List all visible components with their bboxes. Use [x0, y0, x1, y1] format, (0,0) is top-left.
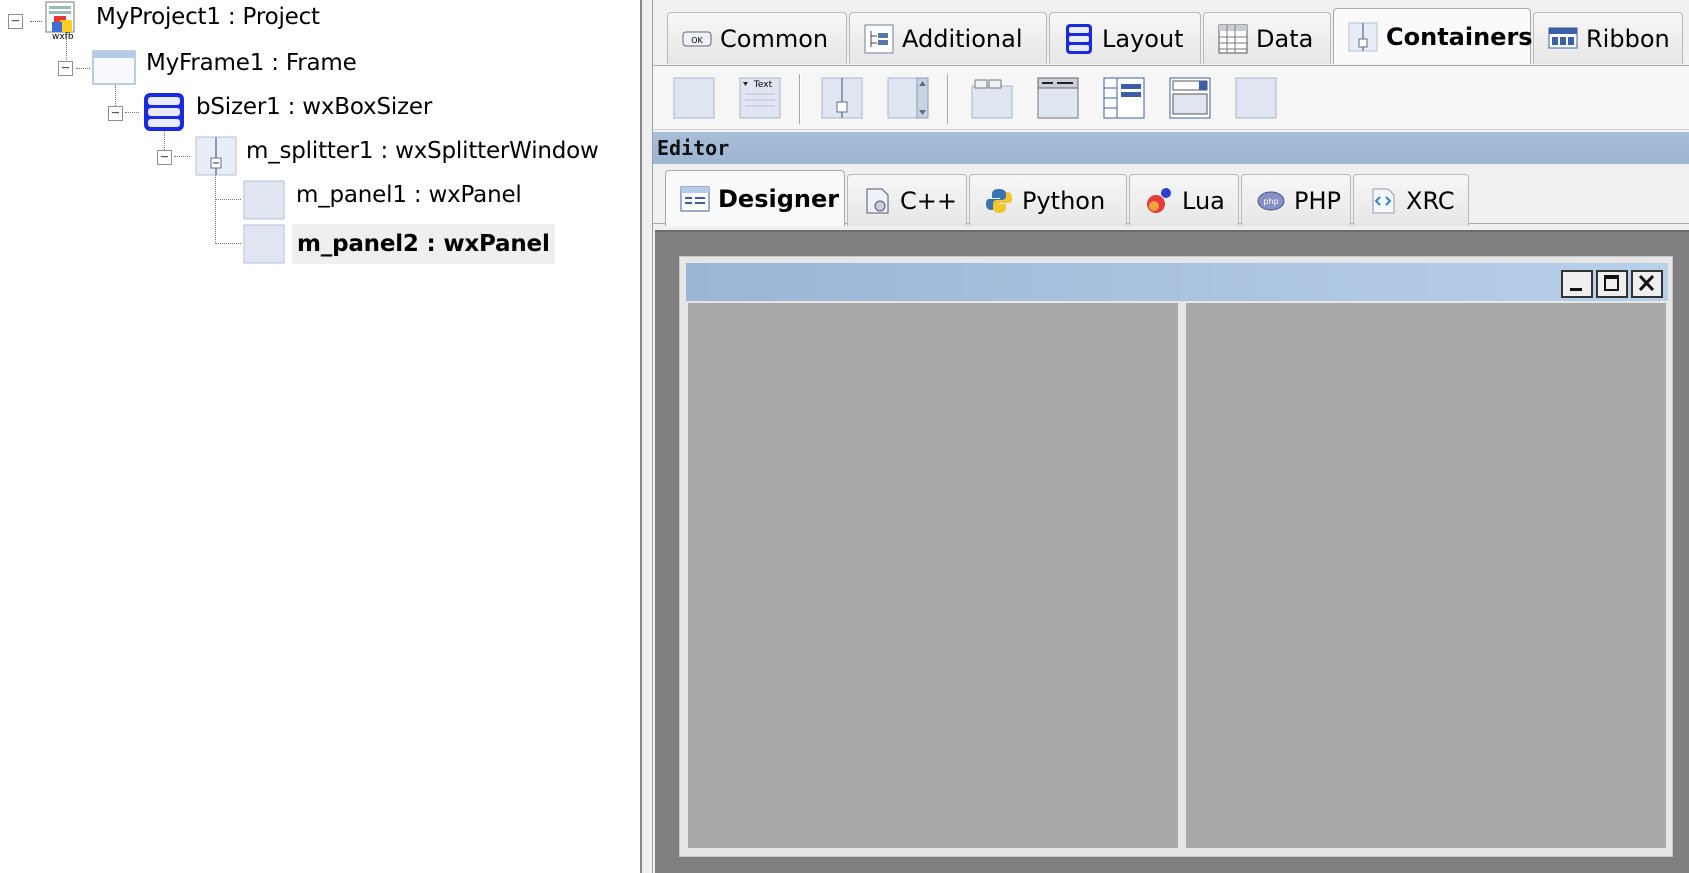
tree-item-myproject1[interactable]: MyProject1 : Project	[96, 4, 320, 30]
lua-icon	[1147, 187, 1171, 213]
tab-label: Additional	[902, 24, 1023, 53]
tree-connector	[30, 21, 42, 22]
frame-title-bar	[686, 263, 1668, 301]
editor-caption: Editor	[653, 132, 1689, 164]
splitter-preview[interactable]	[688, 303, 1666, 848]
listbook-tool-icon[interactable]	[1103, 76, 1145, 120]
cpp-file-icon	[866, 188, 889, 213]
xrc-file-icon	[1372, 188, 1395, 213]
scrolled-window-tool-icon[interactable]	[887, 76, 929, 120]
notebook-tool-icon[interactable]	[971, 76, 1013, 120]
right-area: OK Common Additional Layout Data Contain…	[652, 0, 1689, 873]
tab-label: Ribbon	[1586, 24, 1670, 53]
panel1-preview[interactable]	[688, 303, 1178, 848]
tab-common[interactable]: OK Common	[667, 12, 847, 64]
wxfb-caption: wxfb	[52, 32, 74, 42]
tab-label: Layout	[1102, 24, 1184, 53]
tab-label: Lua	[1182, 186, 1225, 215]
tab-label: PHP	[1294, 186, 1341, 215]
splitter-icon	[1348, 22, 1378, 51]
designer-canvas[interactable]	[655, 230, 1689, 873]
tab-xrc[interactable]: XRC	[1353, 174, 1469, 226]
tree-connector	[76, 68, 90, 69]
minimize-icon	[1570, 288, 1582, 291]
tab-ribbon[interactable]: Ribbon	[1533, 12, 1683, 64]
tab-cpp[interactable]: C++	[847, 174, 967, 226]
minimize-button[interactable]	[1561, 270, 1593, 298]
tab-python[interactable]: Python	[969, 174, 1127, 226]
tree-item-myframe1[interactable]: MyFrame1 : Frame	[146, 50, 357, 76]
tab-label: Designer	[718, 184, 840, 213]
collapse-toggle[interactable]: −	[157, 150, 172, 165]
toolbar-separator	[799, 74, 801, 124]
tab-label: C++	[900, 186, 957, 215]
tab-layout[interactable]: Layout	[1049, 12, 1201, 64]
editor-tabbar: Designer C++ Python Lua php PHP XRC	[653, 170, 1689, 226]
collapse-toggle[interactable]: −	[108, 106, 123, 121]
maximize-button[interactable]	[1596, 270, 1628, 298]
php-badge: php	[1263, 197, 1278, 206]
tab-label: Containers	[1386, 22, 1533, 51]
collapse-toggle[interactable]: −	[8, 14, 23, 29]
python-icon	[986, 188, 1012, 213]
tab-php[interactable]: php PHP	[1241, 174, 1351, 226]
collapsible-pane-tool-icon[interactable]: Text	[739, 76, 781, 120]
palette-tabbar: OK Common Additional Layout Data Contain…	[653, 8, 1689, 66]
tree-control-icon	[864, 24, 894, 53]
tree-item-m-splitter1[interactable]: m_splitter1 : wxSplitterWindow	[246, 138, 599, 164]
simplebook-tool-icon[interactable]	[1235, 76, 1277, 120]
panel2-preview[interactable]	[1186, 303, 1666, 848]
tree-connector	[174, 156, 190, 157]
php-icon: php	[1257, 191, 1285, 210]
tab-containers[interactable]: Containers	[1333, 8, 1533, 64]
tab-designer[interactable]: Designer	[665, 170, 845, 226]
box-sizer-icon	[142, 92, 186, 132]
choicebook-tool-icon[interactable]	[1169, 76, 1211, 120]
ribbon-icon	[1548, 27, 1578, 48]
panel-tool-icon[interactable]	[673, 76, 715, 120]
close-button[interactable]	[1631, 270, 1663, 298]
splitter-window-tool-icon[interactable]	[821, 76, 863, 120]
panel-icon	[242, 180, 286, 220]
designer-icon	[680, 186, 710, 211]
object-tree[interactable]: − wxfb MyProject1 : Project − MyFrame1 :…	[0, 0, 642, 873]
button-icon: OK	[682, 31, 712, 46]
maximize-icon	[1604, 275, 1619, 291]
tree-connector	[215, 243, 241, 244]
close-icon	[1638, 274, 1655, 292]
grid-icon	[1218, 24, 1248, 53]
box-sizer-icon	[1066, 23, 1092, 54]
component-toolbar: Text	[653, 66, 1689, 130]
wxfb-project-icon: wxfb	[42, 0, 86, 42]
tree-item-bsizer1[interactable]: bSizer1 : wxBoxSizer	[196, 94, 432, 120]
tab-additional[interactable]: Additional	[849, 12, 1047, 64]
splitter-icon	[194, 136, 238, 176]
tab-label: XRC	[1406, 186, 1455, 215]
tree-connector	[125, 112, 139, 113]
tab-label: Common	[720, 24, 829, 53]
tab-lua[interactable]: Lua	[1129, 174, 1239, 226]
auinotebook-tool-icon[interactable]	[1037, 76, 1079, 120]
panel-icon	[242, 224, 286, 264]
tree-connector	[215, 199, 241, 200]
toolbar-separator	[947, 74, 949, 124]
tab-data[interactable]: Data	[1203, 12, 1331, 64]
tab-label: Data	[1256, 24, 1314, 53]
text-tool-label: Text	[753, 80, 773, 90]
frame-icon	[92, 48, 136, 88]
frame-preview[interactable]	[679, 256, 1673, 857]
ok-label: OK	[691, 36, 703, 45]
collapse-toggle[interactable]: −	[58, 61, 73, 76]
tree-item-m-panel2[interactable]: m_panel2 : wxPanel	[292, 224, 555, 264]
tree-item-m-panel1[interactable]: m_panel1 : wxPanel	[296, 182, 522, 208]
tab-label: Python	[1022, 186, 1106, 215]
